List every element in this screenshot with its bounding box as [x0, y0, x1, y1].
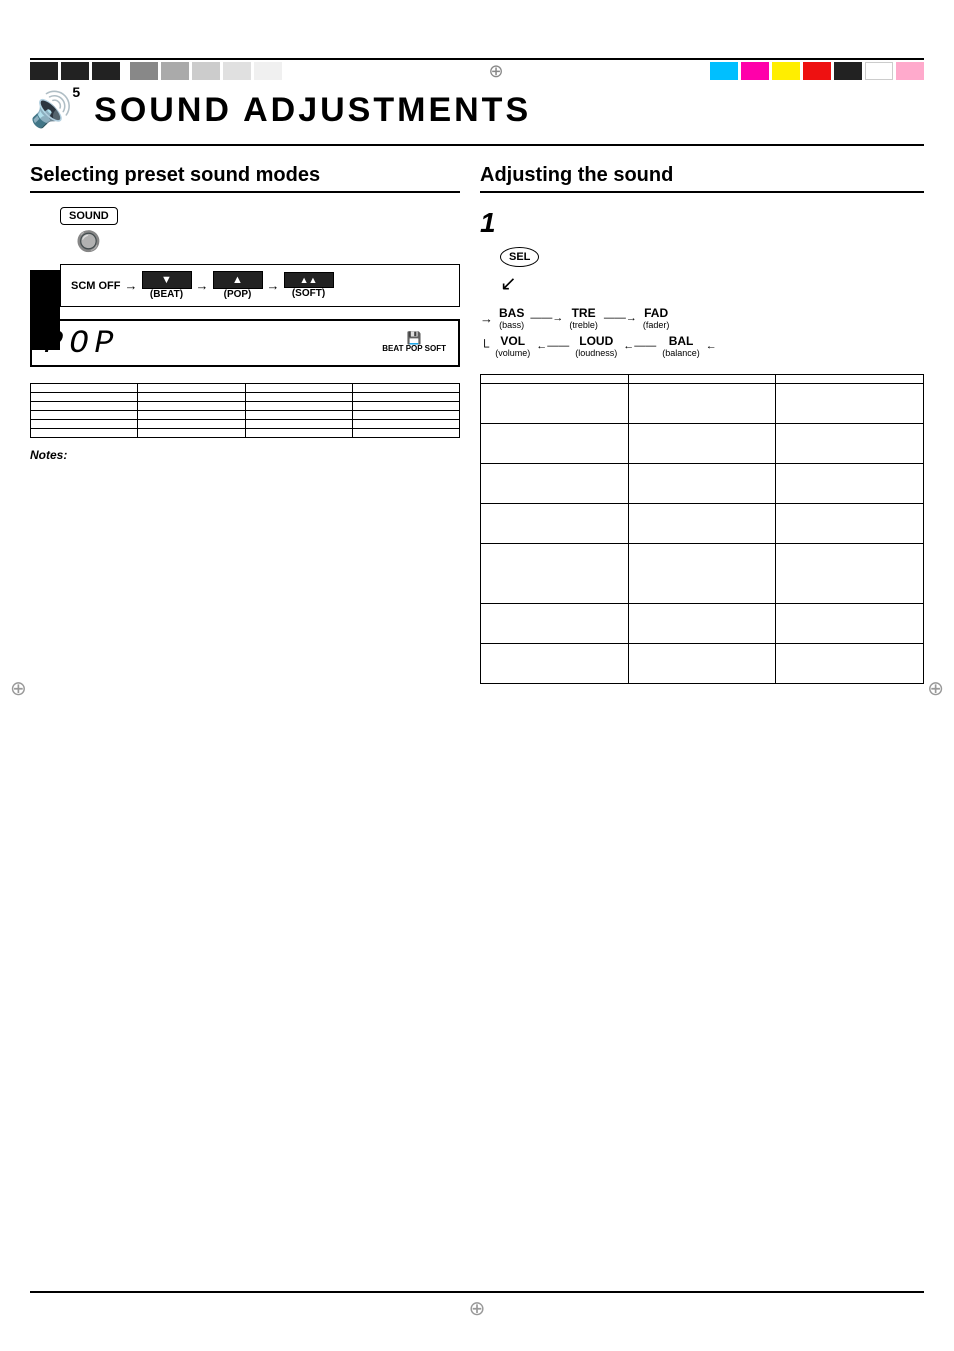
arrow1: →: [125, 278, 138, 293]
preset-col-header-4: [352, 384, 459, 393]
bottom-border: [30, 1291, 924, 1293]
color-bar-black2: [834, 62, 862, 80]
beat-mode: ▼ (BEAT): [142, 271, 192, 300]
sound-button: SOUND: [60, 207, 118, 225]
table-row: [31, 393, 460, 402]
mode-flow-diagram: SCM OFF → ▼ (BEAT) → ▲ (POP) → ▲▲ (SOFT): [60, 264, 460, 307]
table-row: [31, 420, 460, 429]
display-text: POP: [44, 325, 120, 362]
right-crosshair: ⊕: [927, 676, 944, 701]
adj-col-header-3: [776, 375, 924, 384]
table-row: [481, 644, 924, 684]
color-bar-magenta: [741, 62, 769, 80]
flow-row-2: └ VOL (volume) ←—— LOUD (loudness) ←—— B…: [480, 334, 924, 358]
table-row: [481, 504, 924, 544]
right-column: Adjusting the sound 1 SEL ↙ → BAS (bass): [480, 164, 924, 684]
sel-button: SEL: [500, 247, 539, 267]
sel-button-area: SEL ↙: [500, 247, 924, 296]
table-row: [481, 424, 924, 464]
color-bar-yellow: [772, 62, 800, 80]
preset-col-header-3: [245, 384, 352, 393]
chapter-title: SOUND ADJUSTMENTS: [94, 91, 531, 130]
chapter-number: 5: [72, 84, 80, 100]
adj-col-header-1: [481, 375, 629, 384]
chapter-icon: 🔊5: [30, 90, 80, 130]
arrow3: →: [267, 278, 280, 293]
color-bar-pink: [896, 62, 924, 80]
adjusting-table: [480, 374, 924, 684]
display-indicator: 💾 BEAT POP SOFT: [382, 332, 446, 354]
chapter-header: 🔊5 SOUND ADJUSTMENTS: [30, 90, 924, 130]
notes-label: Notes:: [30, 448, 460, 462]
table-row: [481, 544, 924, 604]
color-bar-white: [865, 62, 893, 80]
sound-button-area: SOUND 🔘: [60, 207, 460, 254]
left-crosshair: ⊕: [10, 676, 27, 701]
left-column: Selecting preset sound modes SOUND 🔘: [30, 164, 460, 684]
preset-col-header-2: [138, 384, 245, 393]
display-box: POP 💾 BEAT POP SOFT: [30, 319, 460, 367]
table-row: [31, 429, 460, 438]
table-row: [31, 402, 460, 411]
pop-mode: ▲ (POP): [213, 271, 263, 300]
color-bar-red: [803, 62, 831, 80]
step-number: 1: [480, 207, 924, 239]
color-bar-cyan: [710, 62, 738, 80]
flow-diagram: → BAS (bass) ——→ TRE (treble) ——→ FAD (f…: [480, 306, 924, 358]
soft-mode: ▲▲ (SOFT): [284, 272, 334, 299]
table-row: [481, 464, 924, 504]
scm-off-label: SCM OFF: [71, 280, 121, 292]
sel-knob-icon: ↙: [500, 271, 517, 296]
preset-table: [30, 383, 460, 438]
top-center-crosshair: ⊕: [488, 61, 503, 82]
table-row: [481, 604, 924, 644]
right-section-header: Adjusting the sound: [480, 164, 924, 193]
arrow2: →: [196, 278, 209, 293]
left-section-header: Selecting preset sound modes: [30, 164, 460, 193]
flow-row-1: → BAS (bass) ——→ TRE (treble) ——→ FAD (f…: [480, 306, 924, 330]
bottom-crosshair: ⊕: [469, 1296, 486, 1321]
preset-col-header-1: [31, 384, 138, 393]
table-row: [31, 411, 460, 420]
adj-col-header-2: [628, 375, 776, 384]
knob-icon: 🔘: [76, 229, 101, 254]
title-divider: [30, 144, 924, 146]
table-row: [481, 384, 924, 424]
